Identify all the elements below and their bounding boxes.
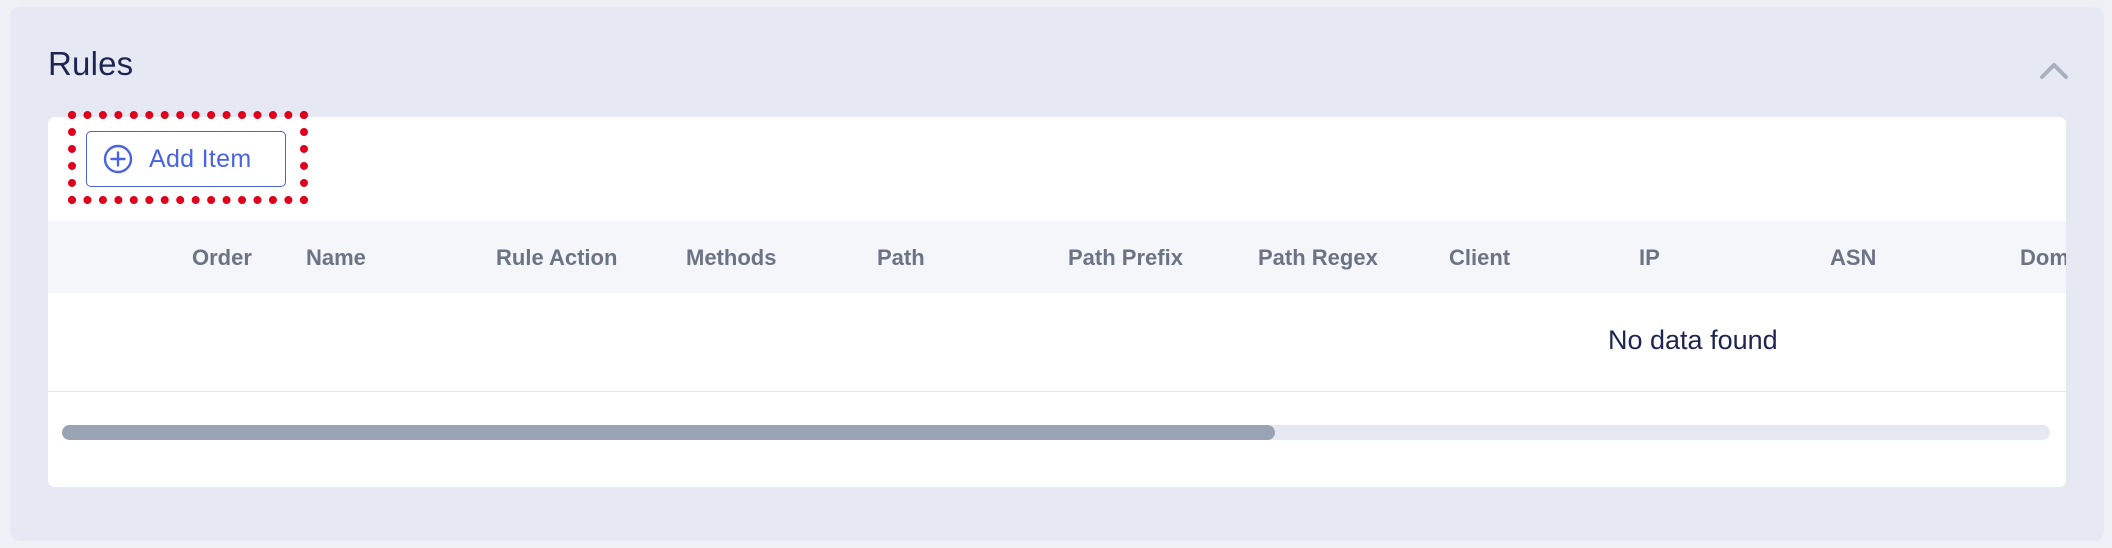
column-header-path-prefix[interactable]: Path Prefix <box>1068 245 1183 271</box>
column-header-methods[interactable]: Methods <box>686 245 776 271</box>
column-header-ip[interactable]: IP <box>1639 245 1660 271</box>
column-header-order[interactable]: Order <box>192 245 252 271</box>
table-body: No data found <box>48 293 2066 392</box>
add-item-button[interactable]: Add Item <box>86 131 286 187</box>
panel-title: Rules <box>48 45 134 82</box>
column-header-path[interactable]: Path <box>877 245 925 271</box>
plus-circle-icon <box>103 144 133 174</box>
empty-state-message: No data found <box>1608 325 1778 355</box>
horizontal-scrollbar[interactable] <box>62 425 2050 440</box>
collapse-button[interactable] <box>2034 51 2074 91</box>
column-header-client[interactable]: Client <box>1449 245 1510 271</box>
column-header-asn[interactable]: ASN <box>1830 245 1876 271</box>
column-header-name[interactable]: Name <box>306 245 366 271</box>
column-header-domain[interactable]: Doma <box>2020 245 2066 271</box>
rules-table-card: Add Item Order Name Rule Action Methods … <box>48 117 2066 487</box>
add-item-label: Add Item <box>149 144 252 173</box>
scrollbar-thumb[interactable] <box>62 425 1275 440</box>
table-header: Order Name Rule Action Methods Path Path… <box>48 221 2066 293</box>
column-header-rule-action[interactable]: Rule Action <box>496 245 617 271</box>
rules-panel: Rules Add Item Order Name Rule Action Me… <box>10 7 2104 541</box>
chevron-up-icon <box>2040 63 2068 79</box>
column-header-path-regex[interactable]: Path Regex <box>1258 245 1378 271</box>
